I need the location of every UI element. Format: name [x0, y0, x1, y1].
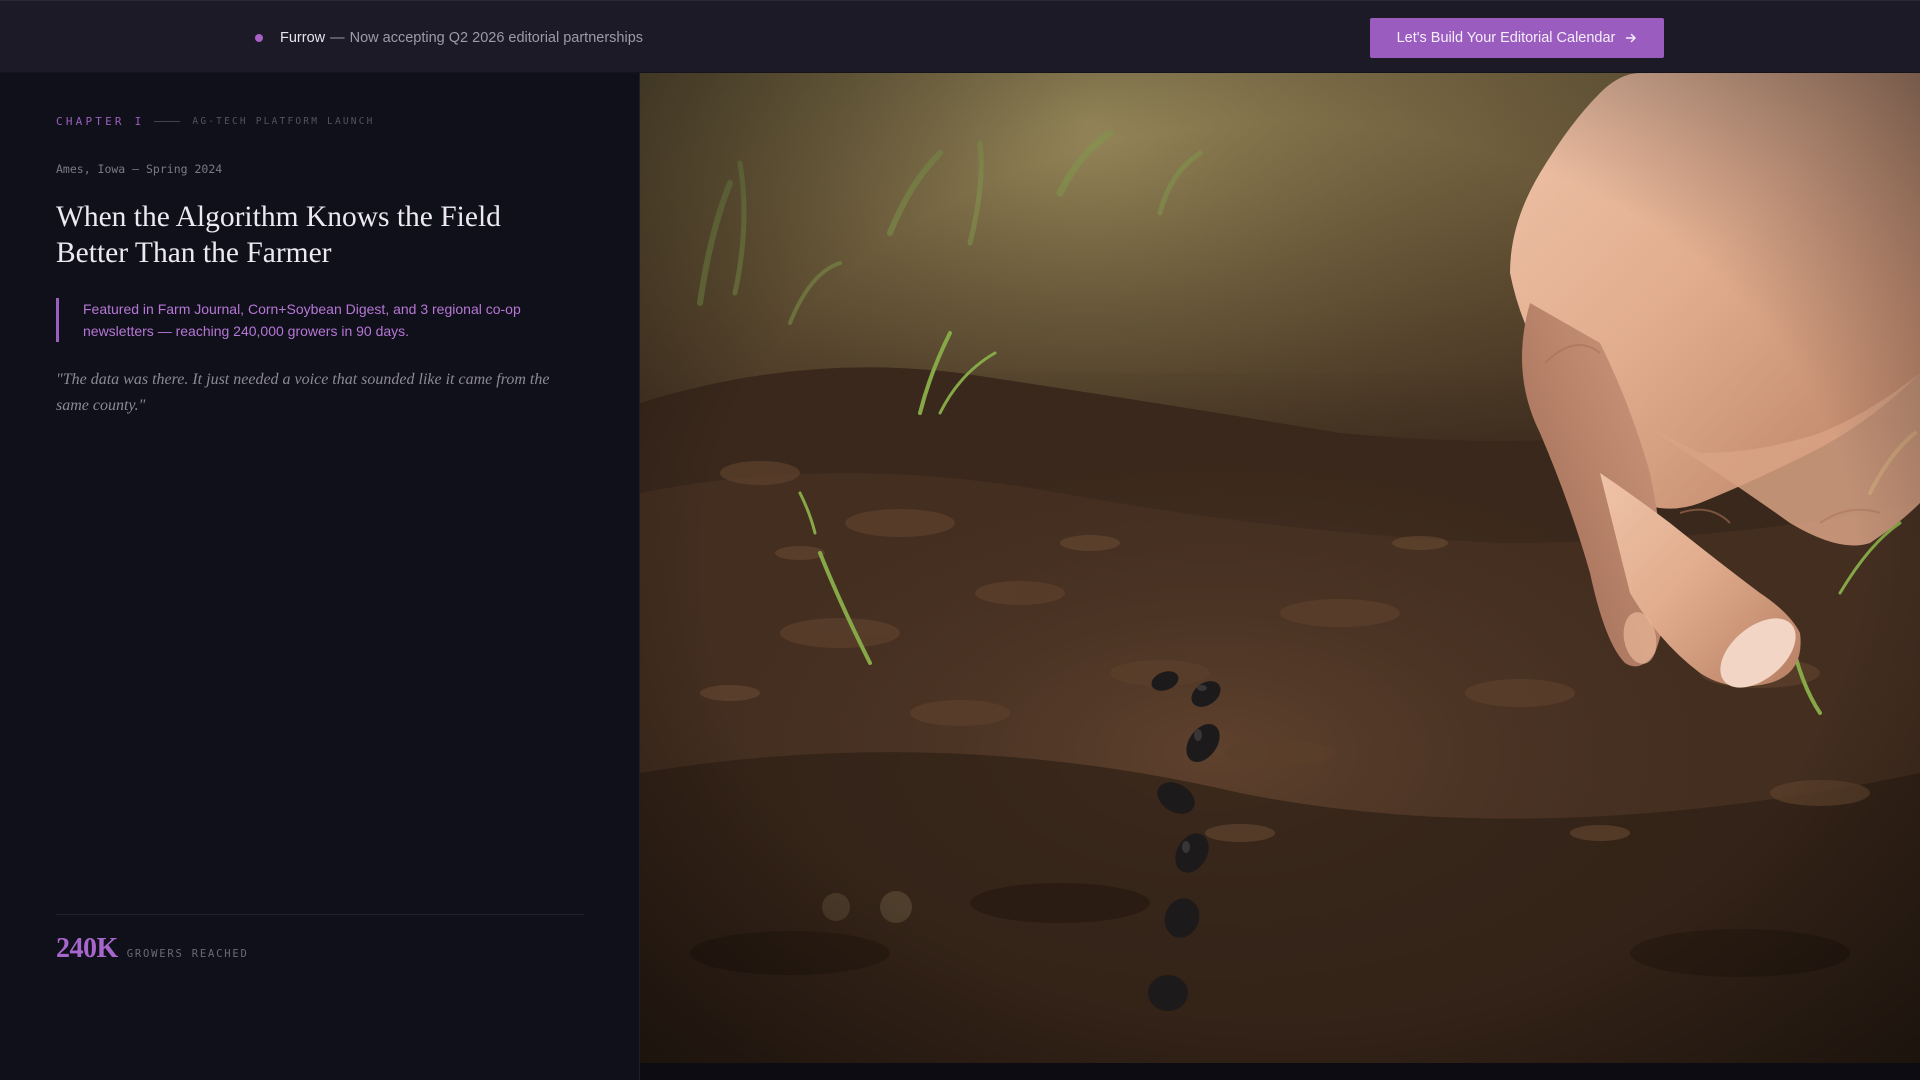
announcement-separator: —	[330, 30, 345, 46]
photo-bottom-strip	[640, 1063, 1920, 1080]
brand-name: Furrow	[280, 30, 326, 46]
featured-callout: Featured in Farm Journal, Corn+Soybean D…	[56, 298, 576, 342]
story-headline: When the Algorithm Knows the Field Bette…	[56, 201, 501, 269]
pull-quote: "The data was there. It just needed a vo…	[56, 371, 550, 414]
location-dateline: Ames, Iowa — Spring 2024	[56, 162, 223, 176]
case-study-panel: CHAPTER I AG-TECH PLATFORM LAUNCH Ames, …	[0, 73, 640, 1080]
stat-value: 240K	[56, 933, 118, 964]
cta-label: Let's Build Your Editorial Calendar	[1396, 30, 1616, 46]
chapter-category: AG-TECH PLATFORM LAUNCH	[192, 116, 375, 127]
status-dot-icon	[255, 34, 263, 42]
hero-photo	[640, 73, 1920, 1063]
seed-planting-illustration	[640, 73, 1920, 1063]
chapter-divider	[154, 121, 181, 122]
top-bar: Furrow — Now accepting Q2 2026 editorial…	[0, 0, 1920, 73]
stat-divider	[56, 914, 584, 915]
stat-label: GROWERS REACHED	[126, 948, 249, 960]
stat-block: 240K GROWERS REACHED	[56, 933, 249, 965]
arrow-right-icon	[1625, 32, 1637, 44]
announcement: Furrow — Now accepting Q2 2026 editorial…	[255, 28, 643, 48]
chapter-number: CHAPTER I	[56, 115, 145, 128]
editorial-calendar-cta-button[interactable]: Let's Build Your Editorial Calendar	[1370, 18, 1664, 58]
chapter-label: CHAPTER I AG-TECH PLATFORM LAUNCH	[56, 115, 375, 128]
announcement-text: Now accepting Q2 2026 editorial partners…	[349, 30, 644, 46]
